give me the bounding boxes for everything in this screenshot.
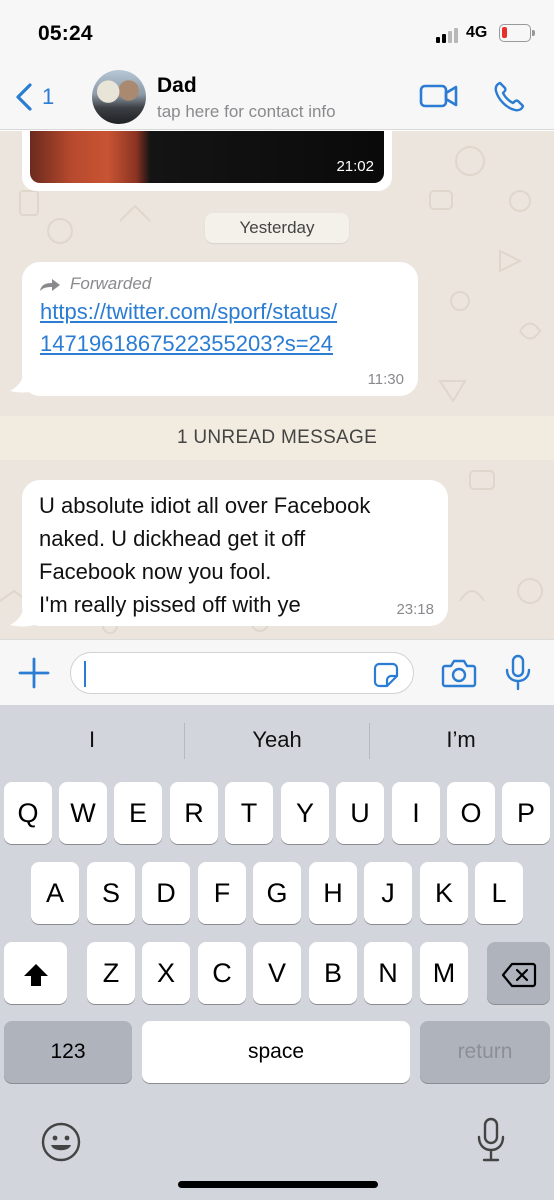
key[interactable]: J <box>364 862 412 924</box>
camera-icon[interactable] <box>441 657 477 689</box>
key[interactable]: P <box>502 782 550 844</box>
return-key[interactable]: return <box>420 1021 550 1083</box>
key[interactable]: T <box>225 782 273 844</box>
forward-arrow-icon <box>40 279 60 291</box>
key[interactable]: O <box>447 782 495 844</box>
home-indicator <box>178 1181 378 1188</box>
unread-divider: 1 UNREAD MESSAGE <box>0 416 554 460</box>
message-time: 21:02 <box>336 158 374 175</box>
message-line: naked. U dickhead get it off <box>39 526 306 551</box>
delete-key[interactable] <box>487 942 550 1004</box>
suggestion-divider <box>184 723 185 759</box>
key[interactable]: F <box>198 862 246 924</box>
back-unread-count[interactable]: 1 <box>42 84 54 110</box>
key[interactable]: N <box>364 942 412 1004</box>
key[interactable]: K <box>420 862 468 924</box>
key[interactable]: U <box>336 782 384 844</box>
chat-header: 1 Dad tap here for contact info <box>0 60 554 130</box>
key[interactable]: D <box>142 862 190 924</box>
on-screen-keyboard: I Yeah I’m Q W E R T Y U I O P A S D F G… <box>0 705 554 1200</box>
plus-icon[interactable] <box>18 657 50 689</box>
cellular-signal-icon <box>436 27 460 43</box>
incoming-message-bubble[interactable]: U absolute idiot all over Facebook naked… <box>22 480 448 626</box>
suggestion[interactable]: I’m <box>401 727 521 753</box>
microphone-icon[interactable] <box>504 654 532 692</box>
key[interactable]: G <box>253 862 301 924</box>
shift-key[interactable] <box>4 942 67 1004</box>
key[interactable]: L <box>475 862 523 924</box>
key[interactable]: R <box>170 782 218 844</box>
key[interactable]: M <box>420 942 468 1004</box>
date-divider: Yesterday <box>205 213 349 243</box>
numbers-key[interactable]: 123 <box>4 1021 132 1083</box>
suggestion-divider <box>369 723 370 759</box>
contact-info-hint[interactable]: tap here for contact info <box>157 102 336 122</box>
key[interactable]: H <box>309 862 357 924</box>
suggestion[interactable]: I <box>32 727 152 753</box>
key[interactable]: W <box>59 782 107 844</box>
network-type: 4G <box>466 24 488 41</box>
space-key[interactable]: space <box>142 1021 410 1083</box>
forwarded-label: Forwarded <box>70 274 152 293</box>
link-line-2[interactable]: 1471961867522355203?s=24 <box>40 328 404 360</box>
key[interactable]: V <box>253 942 301 1004</box>
message-list[interactable]: 21:02 Yesterday Forwarded https://twitte… <box>0 131 554 639</box>
backspace-icon <box>501 962 536 987</box>
key[interactable]: E <box>114 782 162 844</box>
text-caret <box>84 661 86 687</box>
key[interactable]: Z <box>87 942 135 1004</box>
forwarded-message-bubble[interactable]: Forwarded https://twitter.com/sporf/stat… <box>22 262 418 396</box>
status-bar: 05:24 4G <box>0 0 554 60</box>
status-time: 05:24 <box>38 22 93 45</box>
contact-name[interactable]: Dad <box>157 74 197 98</box>
message-line: I'm really pissed off with ye <box>39 592 301 617</box>
photo-thumbnail[interactable]: 21:02 <box>30 131 384 183</box>
video-call-icon[interactable] <box>419 82 459 110</box>
message-text: U absolute idiot all over Facebook naked… <box>39 489 434 621</box>
key[interactable]: S <box>87 862 135 924</box>
key[interactable]: X <box>142 942 190 1004</box>
key[interactable]: A <box>31 862 79 924</box>
phone-call-icon[interactable] <box>492 80 526 114</box>
dictation-microphone-icon[interactable] <box>476 1117 506 1163</box>
message-input[interactable] <box>70 652 414 694</box>
message-line: Facebook now you fool. <box>39 559 272 584</box>
emoji-icon[interactable] <box>40 1121 82 1163</box>
link-line-1[interactable]: https://twitter.com/sporf/status/ <box>40 296 404 328</box>
battery-icon <box>499 24 535 42</box>
key[interactable]: B <box>309 942 357 1004</box>
sticker-icon[interactable] <box>373 662 399 688</box>
avatar[interactable] <box>92 70 146 124</box>
key[interactable]: I <box>392 782 440 844</box>
chevron-left-icon[interactable] <box>12 82 38 112</box>
message-line: U absolute idiot all over Facebook <box>39 493 371 518</box>
photo-message-bubble[interactable]: 21:02 <box>22 131 392 191</box>
key[interactable]: Q <box>4 782 52 844</box>
message-time: 11:30 <box>367 371 404 388</box>
forwarded-link[interactable]: https://twitter.com/sporf/status/ 147196… <box>40 296 404 360</box>
compose-bar <box>0 639 554 705</box>
message-time: 23:18 <box>396 601 434 618</box>
predictive-bar: I Yeah I’m <box>0 705 554 777</box>
key[interactable]: Y <box>281 782 329 844</box>
shift-arrow-icon <box>23 963 48 986</box>
suggestion[interactable]: Yeah <box>217 727 337 753</box>
key[interactable]: C <box>198 942 246 1004</box>
